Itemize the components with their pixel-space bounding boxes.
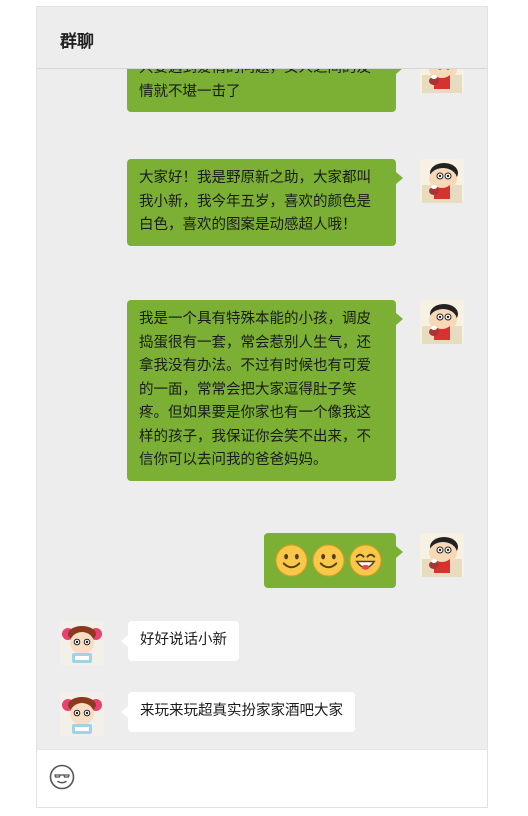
message-bubble[interactable]: 大家好！我是野原新之助，大家都叫我小新，我今年五岁，喜欢的颜色是白色，喜欢的图案… bbox=[127, 159, 403, 246]
message-row: 只要遇到爱情的问题，女人之间的友情就不堪一击了 bbox=[37, 69, 487, 137]
message-bubble[interactable]: 好好说话小新 bbox=[121, 621, 239, 661]
smile-emoji-icon bbox=[275, 544, 308, 577]
smile-emoji-icon bbox=[312, 544, 345, 577]
avatar-shinchan[interactable] bbox=[420, 533, 464, 577]
message-row: 好好说话小新 bbox=[37, 621, 487, 671]
chat-title: 群聊 bbox=[60, 32, 94, 52]
message-row: 我是一个具有特殊本能的小孩，调皮捣蛋很有一套，常会惹别人生气，还拿我没有办法。不… bbox=[37, 300, 487, 515]
avatar-shinchan[interactable] bbox=[420, 159, 464, 203]
avatar-shinchan[interactable] bbox=[420, 300, 464, 344]
message-bubble[interactable]: 我是一个具有特殊本能的小孩，调皮捣蛋很有一套，常会惹别人生气，还拿我没有办法。不… bbox=[127, 300, 403, 481]
message-row: 来玩来玩超真实扮家家酒吧大家 bbox=[37, 692, 487, 742]
message-bubble[interactable]: 来玩来玩超真实扮家家酒吧大家 bbox=[121, 692, 355, 732]
grin-emoji-icon bbox=[349, 544, 382, 577]
avatar-shinchan[interactable] bbox=[420, 69, 464, 93]
chat-header: 群聊 bbox=[37, 7, 487, 69]
message-list[interactable]: 只要遇到爱情的问题，女人之间的友情就不堪一击了 大家好！我是野原新之助，大家都叫… bbox=[37, 69, 487, 749]
emoji-icon[interactable] bbox=[49, 764, 75, 790]
message-row: 大家好！我是野原新之助，大家都叫我小新，我今年五岁，喜欢的颜色是白色，喜欢的图案… bbox=[37, 159, 487, 279]
message-bubble[interactable]: 只要遇到爱情的问题，女人之间的友情就不堪一击了 bbox=[127, 69, 403, 112]
emoji-message-bubble[interactable] bbox=[264, 533, 403, 588]
message-row bbox=[37, 533, 487, 603]
chat-window: 群聊 只要遇到爱情的问题，女人之间的友情就不堪一击了 大家好！我是野原新之助，大… bbox=[36, 6, 488, 808]
input-bar bbox=[37, 749, 487, 807]
avatar-nene[interactable] bbox=[60, 692, 104, 736]
avatar-nene[interactable] bbox=[60, 621, 104, 665]
